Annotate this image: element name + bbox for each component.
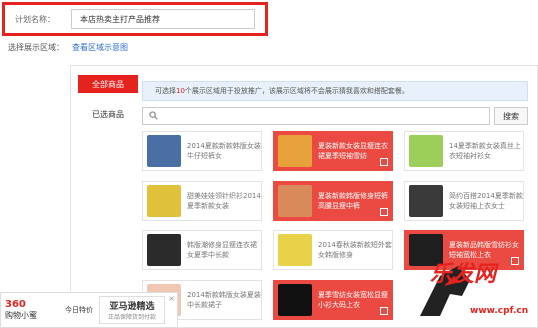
search-icon [149,111,158,120]
tip-suffix: 个展示区域用于投放推广，该展示区域将不会展示猜我喜欢和搭配套餐。 [184,87,409,95]
product-tabs: 全部商品 已选商品 [78,75,138,135]
product-thumbnail [409,135,443,167]
tab-selected-products[interactable]: 已选商品 [78,105,138,123]
plan-name-row: 计划名称： 本店热卖主打产品推荐 [2,2,268,36]
shopping-widget: 360 购物小蜜 今日特价 亚马逊精选 正品保障货到付款 × [0,292,178,328]
product-card[interactable]: 夏装新款韩版修身短裤高腰显瘦中裤 [273,181,393,221]
info-tip: 可选择 10 个展示区域用于投放推广，该展示区域将不会展示猜我喜欢和搭配套餐。 [142,81,528,101]
product-card[interactable]: 14夏季新款女装真丝上衣短袖衬衫女 [404,131,524,171]
product-card[interactable]: 夏季雪纺女装宽松显瘦小衫大码上衣 [273,280,393,320]
widget-name: 购物小蜜 [5,311,37,320]
widget-brand: 360 [5,299,26,310]
watermark-url: www.cpf.cn [470,306,529,316]
plan-name-input[interactable]: 本店热卖主打产品推荐 [71,9,255,29]
view-region-link[interactable]: 查看区域示意图 [72,42,128,53]
product-title: 2014夏款新款韩版女装牛仔短裤女 [187,142,261,160]
product-thumbnail [278,185,312,217]
widget-today-deals[interactable]: 今日特价 [63,305,95,315]
product-card[interactable]: 夏装新款女装显瘦连衣裙夏季短袖雪纺 [273,131,393,171]
widget-close-icon[interactable]: × [168,294,175,303]
selected-check-icon[interactable] [380,208,388,216]
widget-banner-sub: 正品保障货到付款 [107,314,156,321]
product-title: 14夏季新款女装真丝上衣短袖衬衫女 [449,142,521,160]
watermark-text: 乐发网 [430,262,497,287]
product-thumbnail [147,135,181,167]
tab-all-products[interactable]: 全部商品 [78,75,138,93]
product-card[interactable]: 韩版潮修身显瘦连衣裙女夏季中长款 [142,230,262,270]
widget-banner-title: 亚马逊精选 [109,302,155,312]
product-title: 2014新款韩版女装夏装中长款裙子 [187,291,261,309]
product-thumbnail [409,185,443,217]
product-title: 韩版潮修身显瘦连衣裙女夏季中长款 [187,241,257,259]
selected-check-icon[interactable] [380,307,388,315]
product-thumbnail [147,234,181,266]
search-button[interactable]: 搜索 [494,107,528,125]
product-card[interactable]: 2014夏款新款韩版女装牛仔短裤女 [142,131,262,171]
region-label: 选择展示区域： [8,43,64,52]
product-title: 简约百搭2014夏季新款女装短袖上衣女士 [449,192,523,210]
tip-count: 10 [176,87,185,95]
widget-banner[interactable]: 亚马逊精选 正品保障货到付款 [99,296,165,324]
product-title: 甜美娃娃领针织衫2014夏季新款女装 [187,192,261,210]
search-input[interactable] [142,107,490,125]
tip-prefix: 可选择 [155,87,176,95]
product-card[interactable]: 甜美娃娃领针织衫2014夏季新款女装 [142,181,262,221]
product-card[interactable]: 简约百搭2014夏季新款女装短袖上衣女士 [404,181,524,221]
selected-check-icon[interactable] [380,158,388,166]
region-row: 选择展示区域： 查看区域示意图 [8,42,128,53]
product-thumbnail [278,135,312,167]
plan-name-label: 计划名称： [15,14,55,24]
product-card[interactable]: 2014春秋装新款短外套女韩版修身 [273,230,393,270]
widget-logo[interactable]: 360 购物小蜜 [5,299,63,321]
product-thumbnail [278,234,312,266]
product-title: 2014春秋装新款短外套女韩版修身 [318,241,392,259]
product-thumbnail [147,185,181,217]
product-thumbnail [278,284,312,316]
